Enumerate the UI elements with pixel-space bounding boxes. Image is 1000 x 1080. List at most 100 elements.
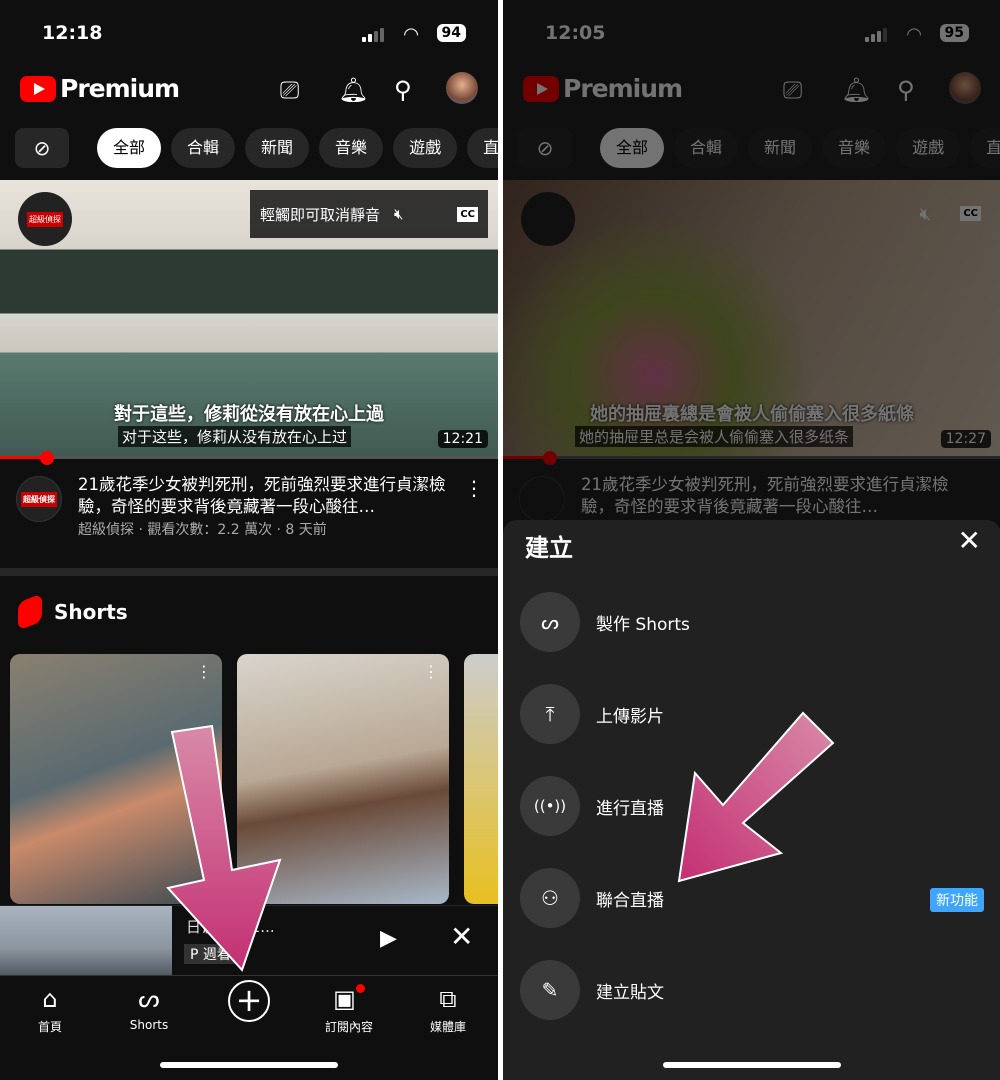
explore-compass-icon[interactable]: ⊘ (518, 128, 572, 168)
chip[interactable]: 遊戲 (896, 128, 961, 168)
library-icon: ⧉ (439, 985, 457, 1013)
upload-video-item[interactable]: ⤒ 上傳影片 (520, 684, 980, 744)
nav-home[interactable]: ⌂ 首頁 (5, 984, 95, 1035)
chip-bar: ⊘ 全部 合輯 新聞 音樂 遊戲 直播 (15, 128, 498, 168)
video-duration: 12:21 (437, 430, 488, 448)
mini-player-title: 日说法》 2... (186, 918, 275, 936)
channel-avatar[interactable] (519, 476, 565, 522)
muted-speaker-icon: 🔇︎ (919, 204, 931, 225)
section-divider (0, 568, 498, 576)
more-vert-icon[interactable]: ⋮ (196, 662, 212, 681)
channel-logo-text: 超級偵探 (27, 211, 63, 227)
item-label: 上傳影片 (596, 706, 664, 727)
video-thumbnail-classroom[interactable]: 輕觸即可取消靜音 🔇︎ CC 超級偵探 對于這些，修莉從沒有放在心上過 对于这些… (0, 180, 498, 458)
status-time: 12:18 (42, 22, 103, 44)
video-thumbnail-flowers[interactable]: 🔇︎ CC 她的抽屉裏總是會被人偷偷塞入很多紙條 她的抽屉里总是会被人偷偷塞入很… (503, 180, 1000, 458)
bell-icon[interactable]: 🔔︎ (338, 76, 368, 104)
video-title[interactable]: 21歲花季少女被判死刑，死前強烈要求進行貞潔檢驗，奇怪的要求背後竟藏著一段心酸往… (78, 474, 458, 518)
video-title[interactable]: 21歲花季少女被判死刑，死前強烈要求進行貞潔檢驗，奇怪的要求背後竟藏著一段心酸往… (581, 474, 961, 518)
chip[interactable]: 直播 (467, 128, 498, 168)
progress-bar[interactable] (0, 456, 498, 459)
chip[interactable]: 直 (970, 128, 1000, 168)
chip[interactable]: 遊戲 (393, 128, 458, 168)
subtitle-simplified: 她的抽屉里总是会被人偷偷塞入很多纸条 (575, 426, 854, 447)
shorts-logo-icon (18, 593, 42, 631)
home-indicator (160, 1062, 338, 1068)
create-plus-icon: + (228, 980, 270, 1022)
muted-speaker-icon: 🔇︎ (394, 205, 404, 223)
item-label: 進行直播 (596, 798, 664, 819)
chip[interactable]: 音樂 (822, 128, 887, 168)
cast-icon[interactable]: ⎚ (280, 76, 299, 104)
chip-all[interactable]: 全部 (97, 128, 162, 168)
avatar[interactable] (949, 72, 981, 104)
close-icon[interactable]: ✕ (958, 524, 981, 557)
cc-icon[interactable]: CC (457, 206, 478, 222)
unmute-tooltip[interactable]: 輕觸即可取消靜音 🔇︎ CC (250, 190, 488, 238)
create-shorts-item[interactable]: ᔕ 製作 Shorts (520, 592, 980, 652)
progress-bar[interactable] (503, 456, 1000, 459)
youtube-premium-logo[interactable]: Premium (523, 74, 683, 103)
close-icon[interactable]: ✕ (450, 920, 473, 953)
nav-shorts[interactable]: ᔕ Shorts (104, 984, 194, 1032)
subtitle-simplified: 对于这些，修莉从没有放在心上过 (118, 426, 352, 447)
nav-label: Shorts (129, 1018, 169, 1032)
brand-name: Premium (563, 74, 683, 103)
collab-live-item[interactable]: ⚇ 聯合直播 (520, 868, 980, 928)
status-bar: 12:05 ◠ 95 (503, 20, 1000, 50)
battery-level: 95 (939, 24, 969, 42)
chip[interactable]: 新聞 (748, 128, 813, 168)
item-label: 建立貼文 (596, 982, 664, 1003)
subtitle-traditional: 她的抽屉裏總是會被人偷偷塞入很多紙條 (590, 404, 914, 425)
progress-scrubber[interactable] (543, 451, 557, 465)
status-time: 12:05 (545, 22, 606, 44)
search-icon[interactable]: ⚲ (394, 76, 412, 104)
shorts-card[interactable]: ⋮ (10, 654, 222, 904)
post-icon: ✎ (520, 960, 580, 1020)
chip[interactable]: 合輯 (674, 128, 739, 168)
shorts-icon: ᔕ (520, 592, 580, 652)
nav-label: 首頁 (37, 1020, 62, 1034)
nav-create[interactable]: + (204, 980, 294, 1022)
cc-icon[interactable]: CC (960, 206, 981, 221)
bottom-nav: ⌂ 首頁 ᔕ Shorts + ▣ 訂閱內容 ⧉ 媒體庫 (0, 975, 498, 1080)
sheet-title: 建立 (525, 534, 573, 562)
mini-player[interactable]: 日说法》 2... P 週看 ▶ ✕ (0, 905, 498, 976)
cast-icon[interactable]: ⎚ (783, 76, 802, 104)
shorts-card[interactable]: ⋮ (237, 654, 449, 904)
shorts-card[interactable] (464, 654, 498, 904)
chip[interactable]: 新聞 (245, 128, 310, 168)
home-icon: ⌂ (42, 985, 58, 1013)
chip[interactable]: 合輯 (171, 128, 236, 168)
go-live-item[interactable]: ((•)) 進行直播 (520, 776, 980, 836)
youtube-premium-logo[interactable]: Premium (20, 74, 180, 103)
channel-avatar[interactable]: 超級偵探 (16, 476, 62, 522)
more-vert-icon[interactable]: ⋮ (464, 476, 484, 500)
create-post-item[interactable]: ✎ 建立貼文 (520, 960, 980, 1020)
search-icon[interactable]: ⚲ (897, 76, 915, 104)
brand-name: Premium (60, 74, 180, 103)
left-phone-screen: 12:18 ◠ 94 Premium ⎚ 🔔︎ ⚲ ⊘ 全部 合輯 新聞 音樂 … (0, 0, 498, 1080)
more-vert-icon[interactable]: ⋮ (423, 662, 439, 681)
progress-scrubber[interactable] (40, 451, 54, 465)
nav-label: 訂閱內容 (324, 1020, 373, 1034)
create-bottom-sheet: 建立 ✕ ᔕ 製作 Shorts ⤒ 上傳影片 ((•)) 進行直播 ⚇ 聯合直播 新功… (503, 520, 1000, 1080)
nav-library[interactable]: ⧉ 媒體庫 (403, 984, 493, 1035)
live-icon: ((•)) (520, 776, 580, 836)
video-duration: 12:27 (940, 430, 991, 448)
avatar[interactable] (446, 72, 478, 104)
nav-subscriptions[interactable]: ▣ 訂閱內容 (304, 984, 394, 1035)
chip[interactable]: 音樂 (319, 128, 384, 168)
subtitle-traditional: 對于這些，修莉從沒有放在心上過 (114, 404, 384, 425)
channel-avatar-text: 超級偵探 (21, 491, 57, 507)
chip-all[interactable]: 全部 (600, 128, 665, 168)
chip-bar: ⊘ 全部 合輯 新聞 音樂 遊戲 直 (518, 128, 1000, 168)
right-phone-screen: 12:05 ◠ 95 Premium ⎚ 🔔︎ ⚲ ⊘ 全部 合輯 新聞 音樂 … (503, 0, 1000, 1080)
explore-compass-icon[interactable]: ⊘ (15, 128, 69, 168)
play-icon[interactable]: ▶ (380, 926, 397, 951)
shorts-heading: Shorts (18, 593, 128, 631)
collab-live-icon: ⚇ (520, 868, 580, 928)
unmute-text: 輕觸即可取消靜音 (260, 205, 381, 224)
bell-icon[interactable]: 🔔︎ (841, 76, 871, 104)
channel-watermark: 超級偵探 (18, 192, 72, 246)
